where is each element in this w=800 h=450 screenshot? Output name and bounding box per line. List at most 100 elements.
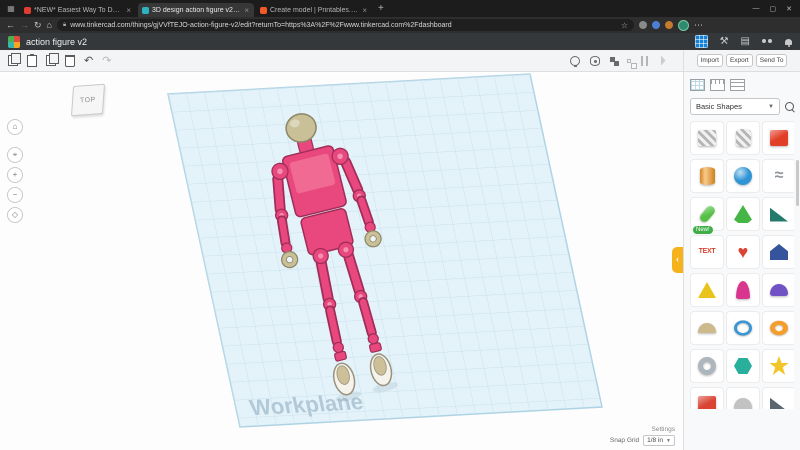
tab-close-icon[interactable]: × xyxy=(243,6,250,15)
notes-tool-icon[interactable] xyxy=(730,79,745,91)
align-icon[interactable] xyxy=(641,55,651,66)
window-controls: — ▢ ✕ xyxy=(753,5,800,13)
tab-close-icon[interactable]: × xyxy=(361,6,368,15)
notifications-bell-icon[interactable] xyxy=(785,38,792,47)
panel-collapse-handle[interactable]: ‹ xyxy=(672,247,683,273)
shapes-panel: Basic Shapes ▼ ≈ New! TEXT ♥ xyxy=(683,72,800,450)
tab-title: 3D design action figure v2 - Tin xyxy=(152,6,241,14)
shape-tile-paraboloid[interactable] xyxy=(726,273,760,307)
show-all-icon[interactable] xyxy=(570,55,580,67)
tab-close-icon[interactable]: × xyxy=(125,6,132,15)
shape-tile-torus-thin[interactable] xyxy=(726,311,760,345)
new-tab-button[interactable]: + xyxy=(378,3,384,14)
drag-tools xyxy=(690,76,794,94)
perspective-toggle-icon[interactable]: ◇ xyxy=(7,207,23,223)
browser-menu-icon[interactable]: ⋯ xyxy=(694,19,703,31)
export-button[interactable]: Export xyxy=(725,54,753,67)
group-icon[interactable] xyxy=(610,57,615,62)
hide-icon[interactable] xyxy=(590,55,600,66)
close-icon[interactable]: ✕ xyxy=(786,5,792,13)
home-icon[interactable]: ⌂ xyxy=(47,19,52,31)
redo-icon[interactable]: ↷ xyxy=(102,55,111,67)
shape-tile-wedge[interactable] xyxy=(762,197,794,231)
tab-favicon xyxy=(24,6,31,14)
tab-workspaces-icon[interactable]: ▦ xyxy=(6,4,16,14)
address-bar[interactable]: 🔒︎ www.tinkercad.com/things/gjVVfTEJO-ac… xyxy=(56,19,634,31)
duplicate-icon[interactable] xyxy=(46,53,59,66)
extension-icon[interactable] xyxy=(664,21,673,29)
tinkercad-logo-icon[interactable] xyxy=(8,35,20,48)
refresh-icon[interactable]: ↻ xyxy=(34,19,42,31)
workplane-tool-icon[interactable] xyxy=(690,79,705,91)
tab-favicon xyxy=(260,6,267,14)
shape-category-label: Basic Shapes xyxy=(696,102,742,111)
shape-tile-capsule[interactable]: New! xyxy=(690,197,724,234)
send-to-button[interactable]: Send To xyxy=(755,54,788,67)
undo-icon[interactable]: ↶ xyxy=(84,55,93,67)
tube-icon xyxy=(698,357,716,375)
shape-tile-box[interactable] xyxy=(762,121,794,155)
browser-profile-avatar[interactable] xyxy=(677,19,689,31)
shapes-grid: ≈ New! TEXT ♥ xyxy=(690,121,794,409)
shape-tile-roof[interactable] xyxy=(762,235,794,269)
browser-tab[interactable]: Create model | Printables.com × xyxy=(256,3,372,17)
shape-tile-torus[interactable] xyxy=(762,311,794,345)
shape-tile-polygon[interactable] xyxy=(726,349,760,383)
viewport[interactable]: Workplane TOP ⌂ ⌖ + − ◇ Settings Snap Gr… xyxy=(0,73,683,450)
browser-tab[interactable]: 3D design action figure v2 - Tin × xyxy=(138,3,254,17)
shape-tile-dome[interactable] xyxy=(726,387,760,409)
round-roof-icon xyxy=(770,284,788,296)
shape-category-dropdown[interactable]: Basic Shapes ▼ xyxy=(690,98,780,115)
wedge-icon xyxy=(770,207,788,222)
scribble-icon: ≈ xyxy=(774,167,784,184)
shape-tile-scribble[interactable]: ≈ xyxy=(762,159,794,193)
minimize-icon[interactable]: — xyxy=(753,5,760,13)
fit-view-icon[interactable]: ⌖ xyxy=(7,147,23,163)
tools-icon[interactable]: ⚒ xyxy=(720,36,729,48)
search-icon[interactable] xyxy=(785,102,794,111)
copy-icon[interactable] xyxy=(8,53,21,66)
cylinder-hole-icon xyxy=(735,129,751,147)
view-cube[interactable]: TOP xyxy=(70,83,106,117)
collaborate-icon[interactable] xyxy=(762,39,773,44)
mirror-icon[interactable] xyxy=(661,55,666,66)
shape-tile-pyramid[interactable] xyxy=(690,273,724,307)
gallery-icon[interactable]: ▤ xyxy=(741,36,750,48)
shape-tile-tube[interactable] xyxy=(690,349,724,383)
shape-tile-heart[interactable]: ♥ xyxy=(726,235,760,269)
shape-tile-cylinder[interactable] xyxy=(690,159,724,193)
box-icon xyxy=(770,130,788,146)
maximize-icon[interactable]: ▢ xyxy=(770,5,777,13)
favorite-star-icon[interactable]: ☆ xyxy=(621,21,628,30)
shape-tile-box-hole[interactable] xyxy=(690,121,724,155)
import-button[interactable]: Import xyxy=(696,54,723,67)
extension-icon[interactable] xyxy=(651,21,660,29)
shape-tile-diamond[interactable] xyxy=(690,387,724,409)
zoom-out-icon[interactable]: − xyxy=(7,187,23,203)
browser-tab[interactable]: *NEW* Easiest Way To Double Fi× xyxy=(20,3,136,17)
snap-grid-select[interactable]: 1/8 in ▼ xyxy=(643,435,675,446)
tinker-grid-icon[interactable] xyxy=(694,35,708,48)
paste-icon[interactable] xyxy=(27,53,37,67)
shape-tile-sphere[interactable] xyxy=(726,159,760,193)
design-title[interactable]: action figure v2 xyxy=(26,37,87,47)
ungroup-icon[interactable] xyxy=(627,58,631,63)
browser-tab-bar: ▦ *NEW* Easiest Way To Double Fi×3D desi… xyxy=(0,0,800,17)
shape-tile-cylinder-hole[interactable] xyxy=(726,121,760,155)
chevron-down-icon: ▼ xyxy=(666,437,671,444)
capsule-icon xyxy=(697,204,717,224)
back-icon[interactable]: ← xyxy=(6,19,15,31)
shape-tile-round-roof[interactable] xyxy=(762,273,794,307)
zoom-in-icon[interactable]: + xyxy=(7,167,23,183)
shape-tile-cone[interactable] xyxy=(726,197,760,231)
shape-tile-half-sphere[interactable] xyxy=(690,311,724,345)
panel-scrollbar[interactable] xyxy=(796,160,799,206)
forward-icon[interactable]: → xyxy=(20,19,29,31)
shape-tile-text[interactable]: TEXT xyxy=(690,235,724,269)
shape-tile-prism[interactable] xyxy=(762,387,794,409)
delete-icon[interactable] xyxy=(65,54,75,67)
home-view-icon[interactable]: ⌂ xyxy=(7,119,23,135)
extension-icon[interactable] xyxy=(638,21,647,29)
shape-tile-star[interactable] xyxy=(762,349,794,383)
ruler-tool-icon[interactable] xyxy=(710,79,725,91)
